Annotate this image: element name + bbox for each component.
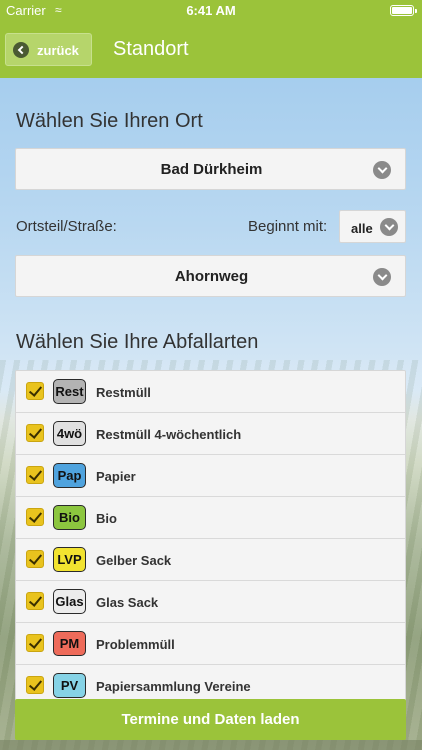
waste-item-rest[interactable]: Rest Restmüll	[16, 371, 405, 413]
waste-item-label: Problemmüll	[96, 637, 175, 652]
waste-type-list[interactable]: Rest Restmüll 4wö Restmüll 4-wöchentlich…	[15, 370, 406, 704]
load-data-button[interactable]: Termine und Daten laden	[15, 699, 406, 740]
town-select-value: Bad Dürkheim	[160, 161, 263, 178]
waste-heading: Wählen Sie Ihre Abfallarten	[16, 331, 259, 353]
waste-item-label: Papiersammlung Vereine	[96, 679, 251, 694]
waste-badge: PV	[53, 673, 86, 698]
waste-badge: PM	[53, 631, 86, 656]
waste-badge: Glas	[53, 589, 86, 614]
street-select[interactable]: Ahornweg	[15, 255, 406, 297]
checkbox-checked[interactable]	[26, 466, 44, 484]
chevron-down-icon	[380, 218, 398, 236]
town-select[interactable]: Bad Dürkheim	[15, 148, 406, 190]
bottom-strip	[0, 740, 422, 750]
starts-with-select[interactable]: alle	[339, 210, 406, 243]
waste-badge: LVP	[53, 547, 86, 572]
checkbox-checked[interactable]	[26, 382, 44, 400]
waste-badge: Bio	[53, 505, 86, 530]
waste-item-lvp[interactable]: LVP Gelber Sack	[16, 539, 405, 581]
location-heading: Wählen Sie Ihren Ort	[16, 110, 203, 132]
waste-badge: 4wö	[53, 421, 86, 446]
checkbox-checked[interactable]	[26, 550, 44, 568]
waste-item-label: Restmüll	[96, 385, 151, 400]
clock: 6:41 AM	[186, 3, 236, 18]
street-label: Ortsteil/Straße:	[16, 218, 117, 235]
checkbox-checked[interactable]	[26, 676, 44, 694]
chevron-left-icon	[13, 42, 29, 58]
back-button[interactable]: zurück	[5, 33, 92, 66]
page-title: Standort	[113, 38, 189, 60]
waste-item-4woe[interactable]: 4wö Restmüll 4-wöchentlich	[16, 413, 405, 455]
waste-badge: Rest	[53, 379, 86, 404]
checkbox-checked[interactable]	[26, 592, 44, 610]
waste-item-glas[interactable]: Glas Glas Sack	[16, 581, 405, 623]
chevron-down-icon	[373, 268, 391, 286]
waste-item-label: Bio	[96, 511, 117, 526]
checkbox-checked[interactable]	[26, 634, 44, 652]
navigation-bar: zurück Standort	[0, 22, 422, 78]
back-button-label: zurück	[37, 43, 79, 58]
street-select-value: Ahornweg	[174, 268, 249, 285]
checkbox-checked[interactable]	[26, 508, 44, 526]
waste-badge: Pap	[53, 463, 86, 488]
waste-item-label: Restmüll 4-wöchentlich	[96, 427, 242, 442]
waste-item-label: Glas Sack	[96, 595, 159, 610]
battery-icon	[390, 5, 417, 16]
chevron-down-icon	[373, 161, 391, 179]
checkbox-checked[interactable]	[26, 424, 44, 442]
starts-with-value: alle	[351, 221, 373, 236]
waste-item-label: Papier	[96, 469, 136, 484]
waste-item-papier[interactable]: Pap Papier	[16, 455, 405, 497]
status-bar: Carrier ≈ 6:41 AM	[0, 0, 422, 22]
waste-item-bio[interactable]: Bio Bio	[16, 497, 405, 539]
waste-item-label: Gelber Sack	[96, 553, 172, 568]
starts-with-label: Beginnt mit:	[248, 218, 328, 235]
waste-item-pm[interactable]: PM Problemmüll	[16, 623, 405, 665]
